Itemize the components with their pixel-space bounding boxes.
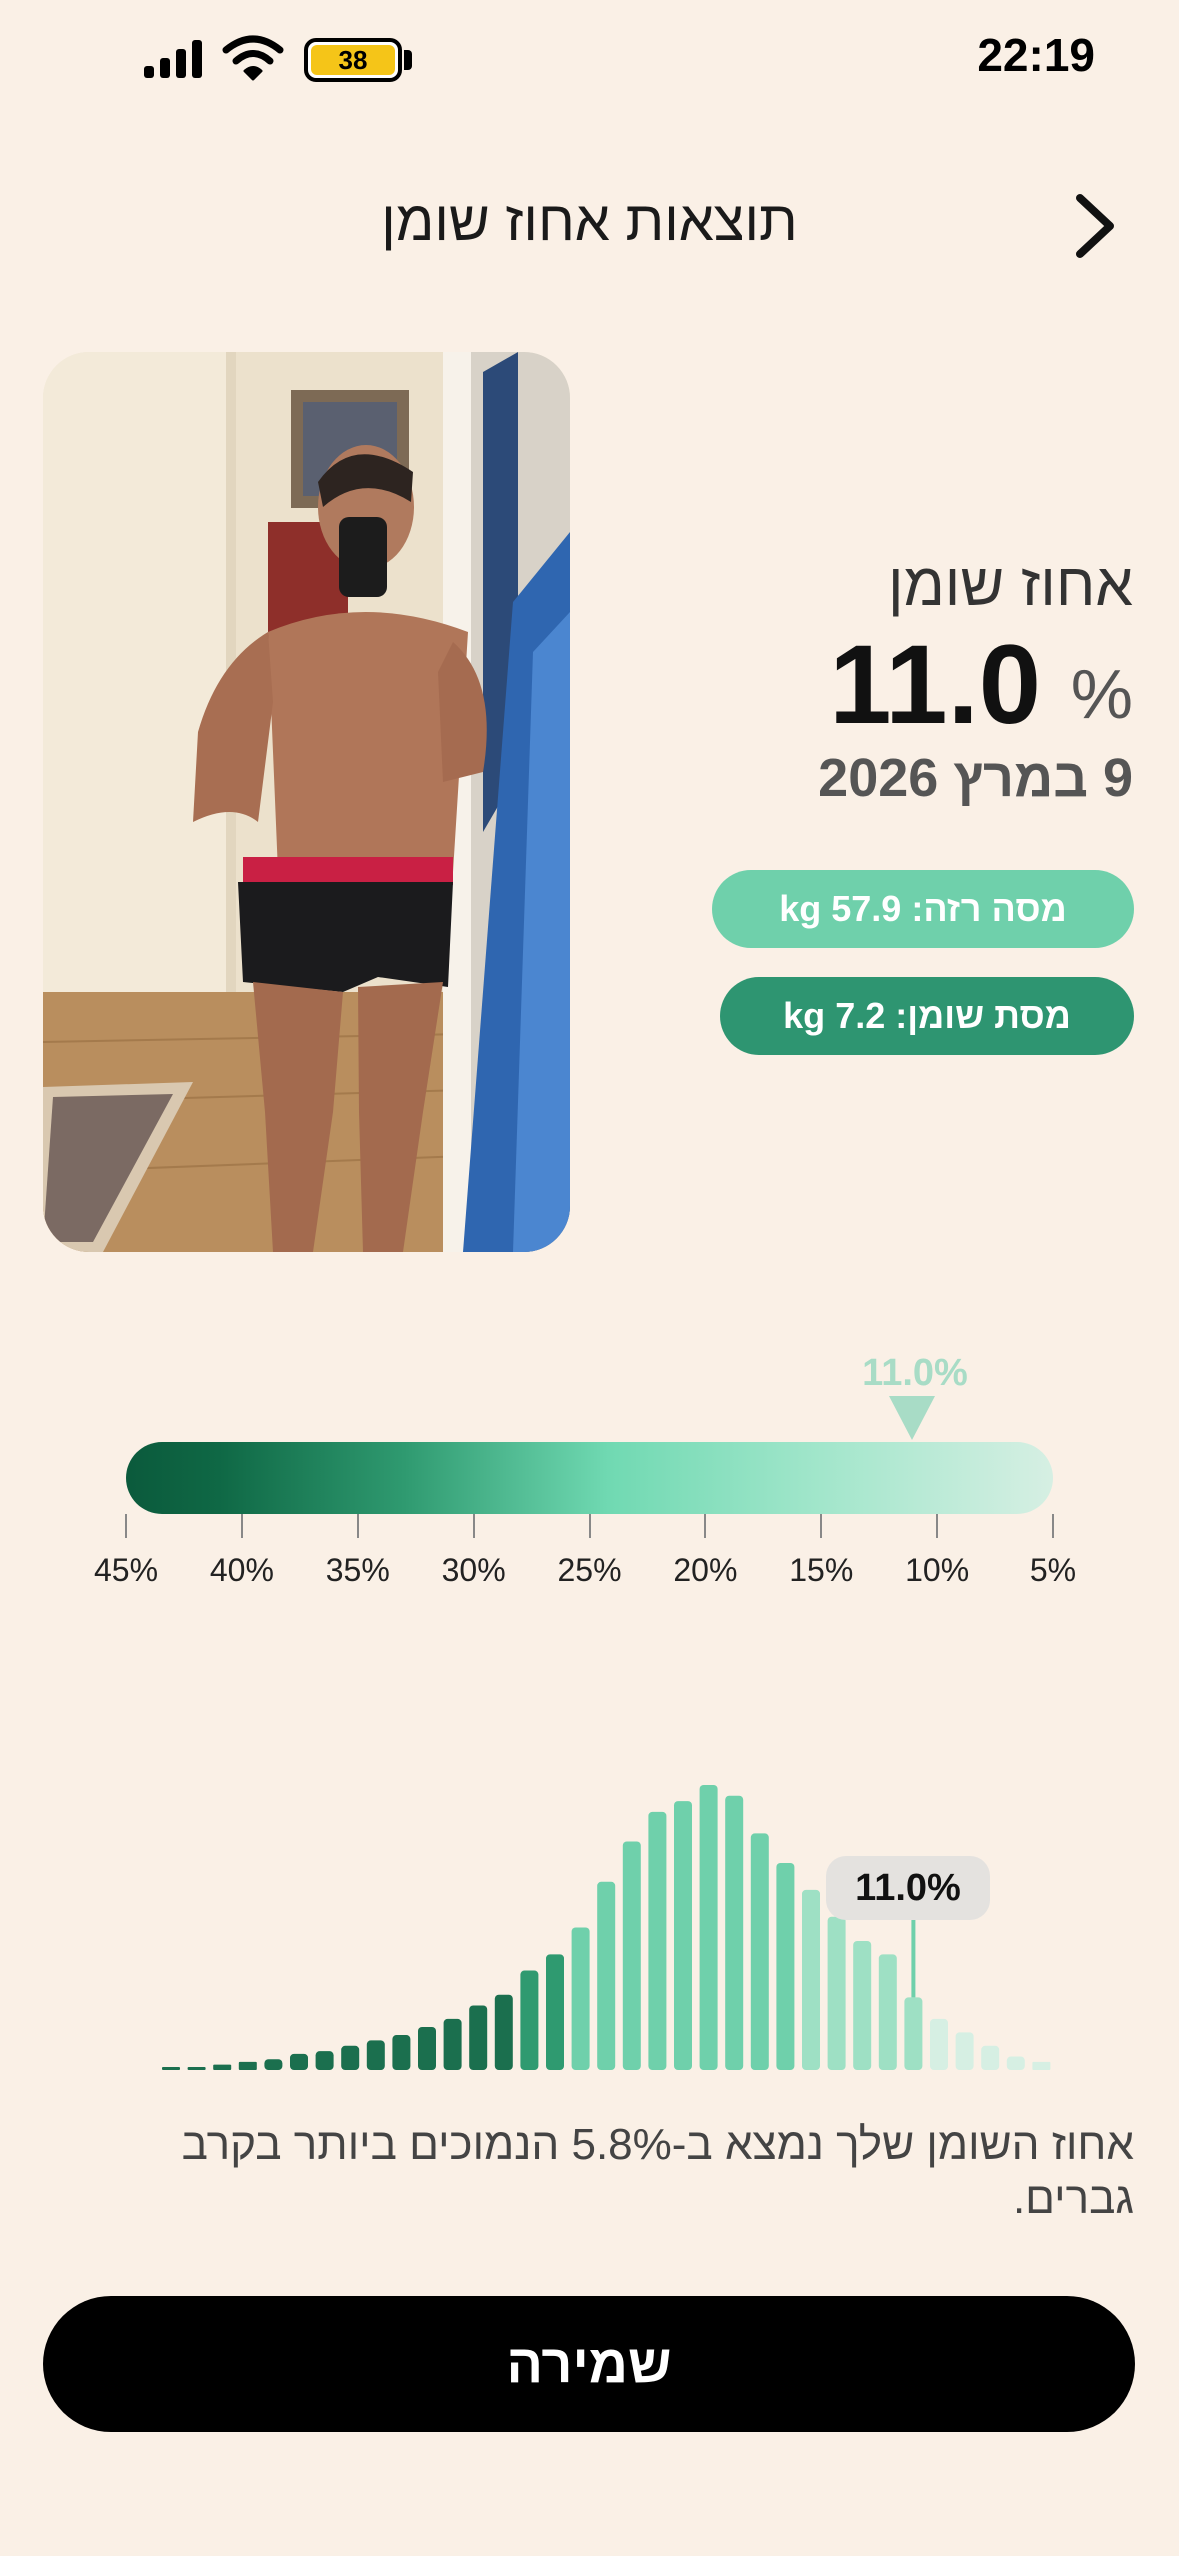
battery-cap bbox=[404, 50, 412, 70]
scale-tick bbox=[125, 1514, 127, 1538]
measurement-date: 9 במרץ 2026 bbox=[818, 748, 1133, 808]
distribution-bar bbox=[315, 2051, 334, 2070]
scale-tick bbox=[820, 1514, 823, 1538]
fat-mass-badge: מסת שומן: 7.2 kg bbox=[720, 977, 1134, 1055]
distribution-bar bbox=[878, 1954, 897, 2070]
body-photo-illustration bbox=[43, 352, 570, 1252]
distribution-bar bbox=[341, 2045, 360, 2070]
distribution-bar bbox=[955, 2032, 974, 2070]
scale-tick bbox=[704, 1514, 707, 1538]
distribution-callout: 11.0% bbox=[826, 1856, 990, 1920]
scale-tick-label: 30% bbox=[441, 1552, 506, 1588]
distribution-bar bbox=[699, 1785, 718, 2070]
scale-tick bbox=[588, 1514, 591, 1538]
distribution-chart bbox=[162, 1785, 1051, 2070]
distribution-bar bbox=[1032, 2061, 1051, 2070]
distribution-bar bbox=[725, 1795, 744, 2070]
distribution-bar bbox=[162, 2067, 180, 2070]
distribution-bar bbox=[392, 2035, 411, 2070]
scale-marker-triangle-icon bbox=[889, 1396, 935, 1440]
distribution-bar bbox=[622, 1841, 641, 2070]
distribution-bar bbox=[290, 2053, 308, 2070]
scale-tick-label: 45% bbox=[93, 1552, 159, 1588]
distribution-bar bbox=[930, 2018, 948, 2070]
body-fat-label: אחוז שומן bbox=[887, 551, 1133, 618]
status-time: 22:19 bbox=[977, 29, 1095, 81]
page-title: תוצאות אחוז שומן bbox=[381, 189, 798, 252]
distribution-bar bbox=[213, 2064, 232, 2070]
scale-tick-label: 35% bbox=[325, 1552, 390, 1588]
battery-icon: 38 bbox=[304, 38, 402, 82]
scale-tick-label: 5% bbox=[1029, 1552, 1077, 1588]
scale-tick-label: 20% bbox=[673, 1552, 738, 1588]
scale-marker-label: 11.0% bbox=[862, 1352, 968, 1394]
distribution-bar bbox=[187, 2067, 206, 2070]
body-fat-stats: אחוז שומן 11.0 % 9 במרץ 2026 bbox=[613, 550, 1133, 809]
body-fat-gradient-scale bbox=[126, 1442, 1053, 1514]
distribution-bar bbox=[648, 1811, 667, 2070]
distribution-bar bbox=[418, 2026, 436, 2070]
scale-tick bbox=[240, 1514, 243, 1538]
distribution-bar bbox=[904, 1997, 923, 2070]
distribution-bar bbox=[981, 2045, 1000, 2070]
distribution-bar bbox=[366, 2040, 385, 2070]
lean-mass-badge: מסה רזה: 57.9 kg bbox=[712, 870, 1134, 948]
status-bar: 38 22:19 bbox=[0, 0, 1179, 120]
distribution-bar bbox=[264, 2059, 283, 2070]
battery-level: 38 bbox=[311, 45, 395, 75]
distribution-bar bbox=[238, 2061, 257, 2070]
scale-tick-label: 10% bbox=[905, 1552, 970, 1588]
scale-tick bbox=[472, 1514, 475, 1538]
body-fat-value: 11.0 bbox=[829, 622, 1041, 747]
distribution-bar bbox=[520, 1970, 539, 2070]
cellular-signal-icon bbox=[144, 38, 206, 78]
back-chevron-icon[interactable] bbox=[1060, 186, 1130, 266]
scale-tick bbox=[356, 1514, 359, 1538]
scale-tick-label: 25% bbox=[557, 1552, 622, 1588]
distribution-bar bbox=[469, 2005, 488, 2070]
distribution-bar bbox=[750, 1833, 769, 2070]
scale-tick bbox=[1052, 1514, 1054, 1538]
distribution-bar bbox=[494, 1994, 513, 2070]
percentile-summary: אחוז השומן שלך נמצא ב-5.8% הנמוכים ביותר… bbox=[181, 2120, 1134, 2223]
body-photo bbox=[43, 352, 570, 1252]
distribution-bar bbox=[674, 1801, 692, 2070]
distribution-bar bbox=[443, 2018, 462, 2070]
distribution-bar bbox=[546, 1954, 564, 2070]
distribution-bar bbox=[776, 1862, 795, 2070]
distribution-bar bbox=[1006, 2056, 1025, 2070]
scale-tick-label: 15% bbox=[789, 1552, 854, 1588]
scale-tick-label: 40% bbox=[209, 1552, 274, 1588]
scale-tick bbox=[936, 1514, 939, 1538]
body-fat-unit: % bbox=[1070, 655, 1133, 733]
distribution-bar bbox=[597, 1881, 616, 2070]
distribution-bar bbox=[853, 1940, 872, 2070]
save-button[interactable]: שמירה bbox=[43, 2296, 1135, 2432]
body-fat-value-row: 11.0 % bbox=[613, 622, 1133, 747]
distribution-bar bbox=[571, 1927, 590, 2070]
distribution-bar bbox=[827, 1916, 846, 2070]
distribution-bar bbox=[802, 1889, 820, 2070]
wifi-icon bbox=[222, 35, 284, 81]
